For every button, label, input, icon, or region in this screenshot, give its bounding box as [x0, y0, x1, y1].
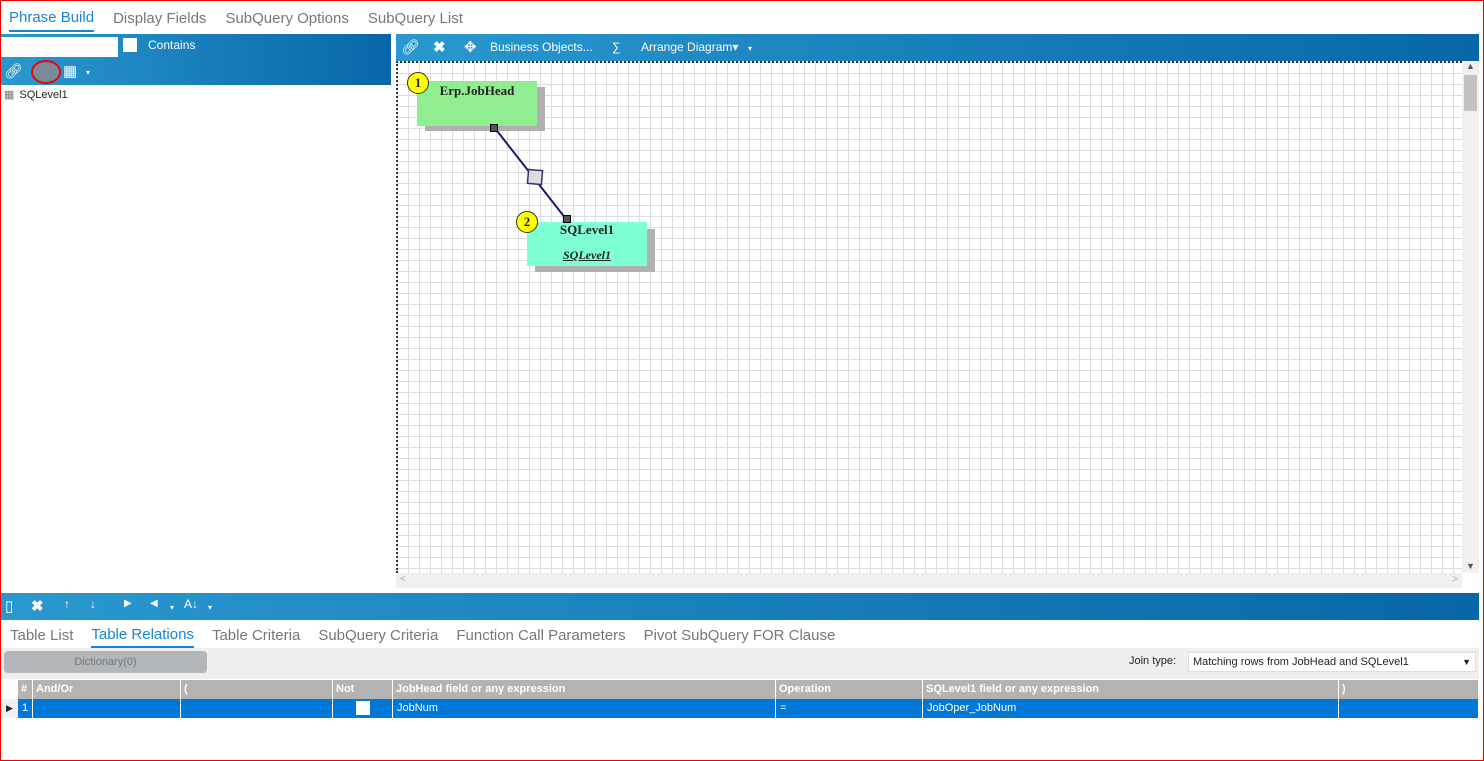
table-alias: SQLevel1 — [563, 248, 611, 262]
table-number-badge: 1 — [407, 72, 429, 94]
cell-not — [333, 699, 393, 718]
tab-subquery-criteria[interactable]: SubQuery Criteria — [318, 623, 438, 647]
table-box-sqlevel1[interactable]: SQLevel1 SQLevel1 — [527, 222, 647, 266]
relations-grid: # And/Or ( Not JobHead field or any expr… — [1, 680, 1479, 720]
cell-and-or[interactable] — [33, 699, 181, 718]
arrange-diagram-button[interactable]: Arrange Diagram▾ — [641, 40, 738, 54]
contains-checkbox[interactable] — [123, 38, 137, 52]
bottom-tab-bar: Table List Table Relations Table Criteri… — [1, 621, 1479, 648]
tab-phrase-build[interactable]: Phrase Build — [9, 3, 95, 32]
column-header-number: # — [18, 680, 33, 699]
dropdown-arrow-icon[interactable]: ▾ — [86, 68, 90, 77]
connector-handle[interactable] — [563, 215, 571, 223]
tab-subquery-options[interactable]: SubQuery Options — [225, 4, 348, 31]
relation-line — [493, 126, 567, 220]
column-header-close-paren[interactable]: ) — [1339, 680, 1479, 699]
relations-toolbar: Dictionary(0) Join type: Matching rows f… — [1, 648, 1479, 679]
connector-handle[interactable] — [490, 124, 498, 132]
horizontal-scrollbar[interactable]: < > — [396, 573, 1462, 588]
tab-table-list[interactable]: Table List — [10, 623, 73, 647]
new-icon[interactable]: ▯ — [5, 597, 13, 615]
column-header-open-paren[interactable]: ( — [181, 680, 333, 699]
dropdown-arrow-icon[interactable]: ▾ — [208, 603, 212, 612]
cell-jobhead-field[interactable]: JobNum — [393, 699, 776, 718]
table-name: Erp.JobHead — [439, 83, 515, 98]
not-checkbox[interactable] — [356, 701, 370, 715]
search-input[interactable] — [1, 37, 118, 57]
delete-icon[interactable]: ✖ — [433, 38, 446, 56]
sigma-icon[interactable]: ∑ — [612, 40, 621, 54]
contains-label: Contains — [148, 38, 196, 52]
cell-sqlevel1-field[interactable]: JobOper_JobNum — [923, 699, 1339, 718]
indent-left-icon[interactable]: ◀ — [150, 598, 158, 609]
tab-display-fields[interactable]: Display Fields — [113, 4, 206, 31]
link-icon[interactable]: 🔗︎ — [4, 62, 23, 80]
business-objects-icon[interactable]: ✥ — [464, 38, 477, 56]
relation-node — [526, 168, 544, 186]
chevron-down-icon: ▼ — [1462, 657, 1471, 667]
tab-function-call-parameters[interactable]: Function Call Parameters — [456, 623, 625, 647]
row-indicator-icon: ▶ — [1, 699, 18, 718]
tab-table-relations[interactable]: Table Relations — [91, 622, 194, 648]
link-icon[interactable]: 🔗︎ — [401, 38, 420, 56]
sort-az-icon[interactable]: A↓ — [184, 597, 198, 611]
move-up-icon[interactable]: ↑ — [64, 597, 70, 611]
vertical-scrollbar[interactable]: ▲ ▼ — [1462, 61, 1479, 573]
table-name: SQLevel1 — [559, 222, 615, 237]
table-icon: ▦ — [4, 89, 15, 101]
dropdown-arrow-icon[interactable]: ▾ — [170, 603, 174, 612]
column-header-sqlevel1-field[interactable]: SQLevel1 field or any expression — [923, 680, 1339, 699]
cell-number: 1 — [18, 699, 33, 718]
table-grid-icon[interactable] — [31, 60, 61, 84]
dropdown-arrow-icon[interactable]: ▾ — [748, 44, 752, 53]
tab-pivot-subquery[interactable]: Pivot SubQuery FOR Clause — [644, 623, 836, 647]
diagram-toolbar: 🔗︎ ✖ ✥ Business Objects... ∑ Arrange Dia… — [396, 34, 1479, 61]
column-header-not[interactable]: Not — [333, 680, 393, 699]
cell-open-paren[interactable] — [181, 699, 333, 718]
business-objects-button[interactable]: Business Objects... — [490, 40, 593, 54]
column-header-jobhead-field[interactable]: JobHead field or any expression — [393, 680, 776, 699]
column-header-operation[interactable]: Operation — [776, 680, 923, 699]
move-down-icon[interactable]: ↓ — [90, 597, 96, 611]
dictionary-button[interactable]: Dictionary(0) — [4, 651, 207, 673]
calculator-table-icon[interactable]: ▦ — [63, 62, 77, 80]
indent-right-icon[interactable]: ▶ — [124, 598, 132, 609]
table-number-badge: 2 — [516, 211, 538, 233]
table-row[interactable]: ▶ 1 JobNum = JobOper_JobNum — [1, 699, 1479, 718]
bottom-toolbar: ▯ ✖ ↑ ↓ ▶ ◀ ▾ A↓ ▾ — [1, 593, 1479, 620]
top-tab-bar: Phrase Build Display Fields SubQuery Opt… — [1, 1, 1483, 33]
delete-icon[interactable]: ✖ — [31, 597, 44, 615]
diagram-canvas[interactable]: Erp.JobHead 1 SQLevel1 SQLevel1 2 — [396, 61, 1462, 573]
tab-subquery-list[interactable]: SubQuery List — [368, 4, 463, 31]
join-type-label: Join type: — [1129, 655, 1177, 667]
left-panel-header: Contains 🔗︎ ▦ ▾ — [1, 34, 391, 85]
arrange-diagram-label: Arrange Diagram — [641, 40, 733, 54]
table-box-jobhead[interactable]: Erp.JobHead — [417, 81, 537, 126]
tree-panel: ▦ SQLevel1 — [1, 85, 391, 588]
cell-operation[interactable]: = — [776, 699, 923, 718]
tree-item[interactable]: ▦ SQLevel1 — [4, 88, 68, 102]
join-type-select[interactable]: Matching rows from JobHead and SQLevel1 … — [1188, 652, 1476, 672]
tab-table-criteria[interactable]: Table Criteria — [212, 623, 300, 647]
join-type-value: Matching rows from JobHead and SQLevel1 — [1193, 656, 1409, 668]
column-header-and-or[interactable]: And/Or — [33, 680, 181, 699]
tree-item-label: SQLevel1 — [19, 88, 68, 101]
cell-close-paren[interactable] — [1339, 699, 1479, 718]
